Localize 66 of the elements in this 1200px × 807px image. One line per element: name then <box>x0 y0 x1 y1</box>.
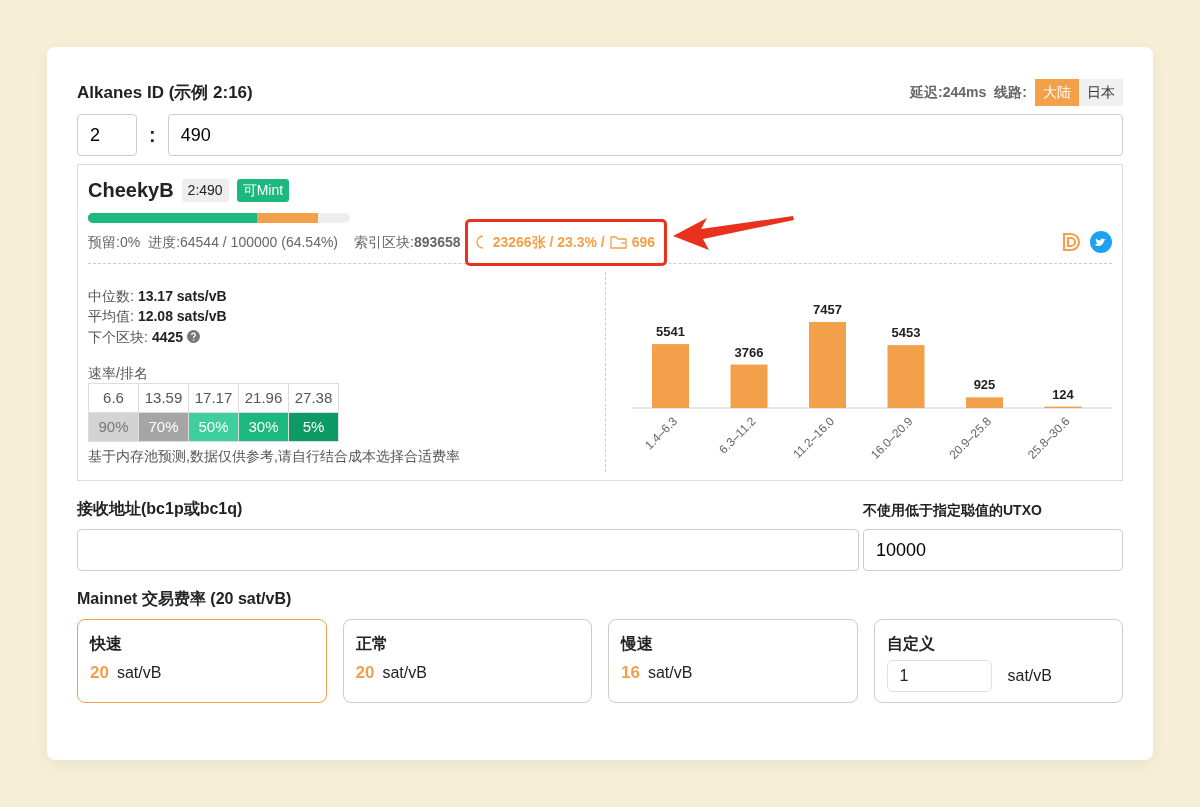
address-field[interactable] <box>77 529 859 571</box>
fee-value: 20 <box>90 662 109 684</box>
holders-count: 696 <box>631 232 656 252</box>
fee-option-card[interactable]: 快速 20 sat/vB <box>77 619 327 703</box>
address-label: 接收地址(bc1p或bc1q) <box>77 499 244 519</box>
fee-option-card[interactable]: 自定义 1 sat/vB <box>873 619 1123 703</box>
token-id-badge: 2:490 <box>181 178 229 202</box>
average-label: 平均值: <box>88 307 134 327</box>
fee-option-card[interactable]: 正常 20 sat/vB <box>342 619 592 703</box>
rate-cell: 21.96 <box>238 383 289 413</box>
fee-unit: sat/vB <box>116 662 162 683</box>
fee-unit: sat/vB <box>382 662 427 683</box>
bar-value-label: 5453 <box>891 325 921 341</box>
chart-bar <box>730 364 768 408</box>
fee-unit: sat/vB <box>647 662 693 683</box>
utxo-label: 不使用低于指定聪值的UTXO <box>863 501 1043 520</box>
bar-value-label: 7457 <box>813 302 842 317</box>
median-value: 13.17 sats/vB <box>137 287 227 306</box>
help-icon[interactable] <box>187 330 201 344</box>
reserved-text: 预留:0% <box>88 232 141 252</box>
token-name: CheekyB <box>88 178 174 203</box>
index-block-value: 893658 <box>413 232 461 252</box>
next-block-value: 4425 <box>151 327 184 347</box>
id-prefix-field[interactable]: 2 <box>77 114 137 156</box>
fee-title: Mainnet 交易费率 (20 sat/vB) <box>77 589 293 609</box>
fee-option-label: 慢速 <box>621 634 654 654</box>
separator-text: : <box>148 123 157 148</box>
mint-status-badge: 可Mint <box>236 178 290 202</box>
rate-cell: 17.17 <box>188 383 239 413</box>
fee-option-label: 快速 <box>90 634 123 654</box>
rate-cell: 13.59 <box>138 383 189 413</box>
chart-bar <box>966 397 1003 408</box>
route-label: 线路: <box>994 83 1027 102</box>
bird-icon[interactable] <box>1090 231 1112 253</box>
bar-value-label: 925 <box>973 377 996 393</box>
rank-cell: 90% <box>88 412 139 442</box>
fee-value: 20 <box>355 662 375 684</box>
chart-bar <box>652 344 689 408</box>
next-block-label: 下个区块: <box>88 327 148 347</box>
custom-fee-field[interactable]: 1 <box>886 660 992 692</box>
utxo-field[interactable]: 10000 <box>863 529 1123 571</box>
bar-value-label: 5541 <box>656 324 685 340</box>
fee-option-label: 正常 <box>355 634 389 654</box>
loading-icon <box>474 235 485 249</box>
median-label: 中位数: <box>88 287 134 306</box>
bar-value-label: 3766 <box>734 344 764 360</box>
progress-text: 进度:64544 / 100000 (64.54%) <box>148 232 339 252</box>
folder-icon <box>609 235 627 249</box>
rank-title: 速率/排名 <box>88 363 149 383</box>
latency-text: 延迟:244ms <box>910 83 987 102</box>
pending-text: 23266张 / 23.3% / <box>492 232 605 252</box>
disclaimer-text: 基于内存池预测,数据仅供参考,请自行结合成本选择合适费率 <box>88 446 461 466</box>
fee-value: 16 <box>621 662 640 684</box>
fee-option-card[interactable]: 慢速 16 sat/vB <box>608 619 858 703</box>
bar-value-label: 124 <box>1052 386 1074 402</box>
route-tab[interactable]: 日本 <box>1079 79 1123 106</box>
rate-cell: 27.38 <box>288 383 339 413</box>
fee-option-label: 自定义 <box>886 634 936 654</box>
rate-cell: 6.6 <box>88 383 139 413</box>
section-title: Alkanes ID (示例 2:16) <box>77 81 253 104</box>
logo-icon[interactable] <box>1060 231 1082 253</box>
fee-unit: sat/vB <box>1007 666 1052 686</box>
index-block-label: 索引区块: <box>354 232 414 252</box>
average-value: 12.08 sats/vB <box>137 307 227 327</box>
chart-bar <box>887 345 925 408</box>
id-value-field[interactable]: 490 <box>167 114 1123 156</box>
